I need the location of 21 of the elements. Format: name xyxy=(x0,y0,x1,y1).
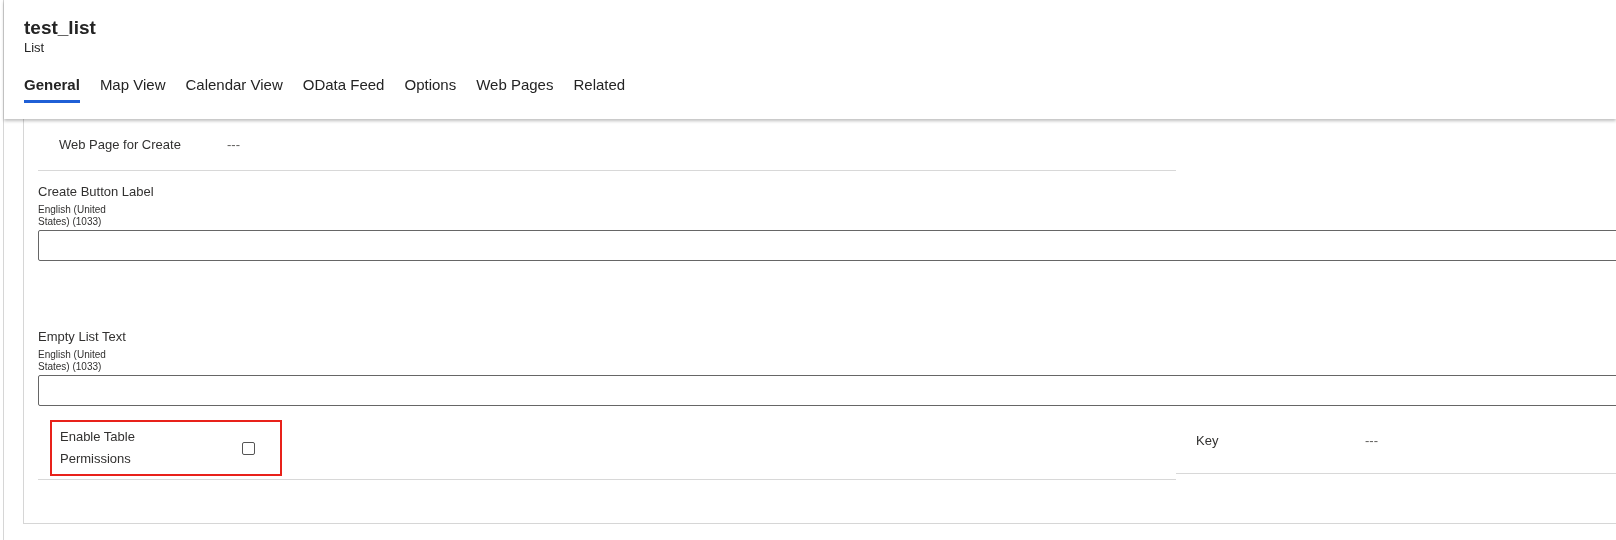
field-label: Enable Table Permissions xyxy=(60,428,136,468)
record-type: List xyxy=(24,40,46,56)
tab[interactable]: Web Pages xyxy=(476,72,554,103)
tab[interactable]: OData Feed xyxy=(302,72,385,103)
language-label: English (United States) (1033) xyxy=(38,204,107,228)
tab[interactable]: Map View xyxy=(99,72,166,103)
field-label: Create Button Label xyxy=(38,183,155,200)
language-label: English (United States) (1033) xyxy=(38,349,107,373)
field-label: Web Page for Create xyxy=(59,137,182,152)
tab[interactable]: Related xyxy=(573,72,626,103)
field-label: Empty List Text xyxy=(38,328,127,345)
field-value: --- xyxy=(227,137,240,152)
tab[interactable]: Options xyxy=(404,72,457,103)
text-field[interactable] xyxy=(38,375,1616,406)
tab[interactable]: General xyxy=(24,72,80,103)
checkbox[interactable] xyxy=(242,441,255,455)
record-title: test_list xyxy=(24,16,97,40)
text-field[interactable] xyxy=(38,230,1616,261)
field-value: --- xyxy=(1365,432,1378,448)
tab[interactable]: Calendar View xyxy=(185,72,283,103)
field-label: Key xyxy=(1196,432,1220,448)
